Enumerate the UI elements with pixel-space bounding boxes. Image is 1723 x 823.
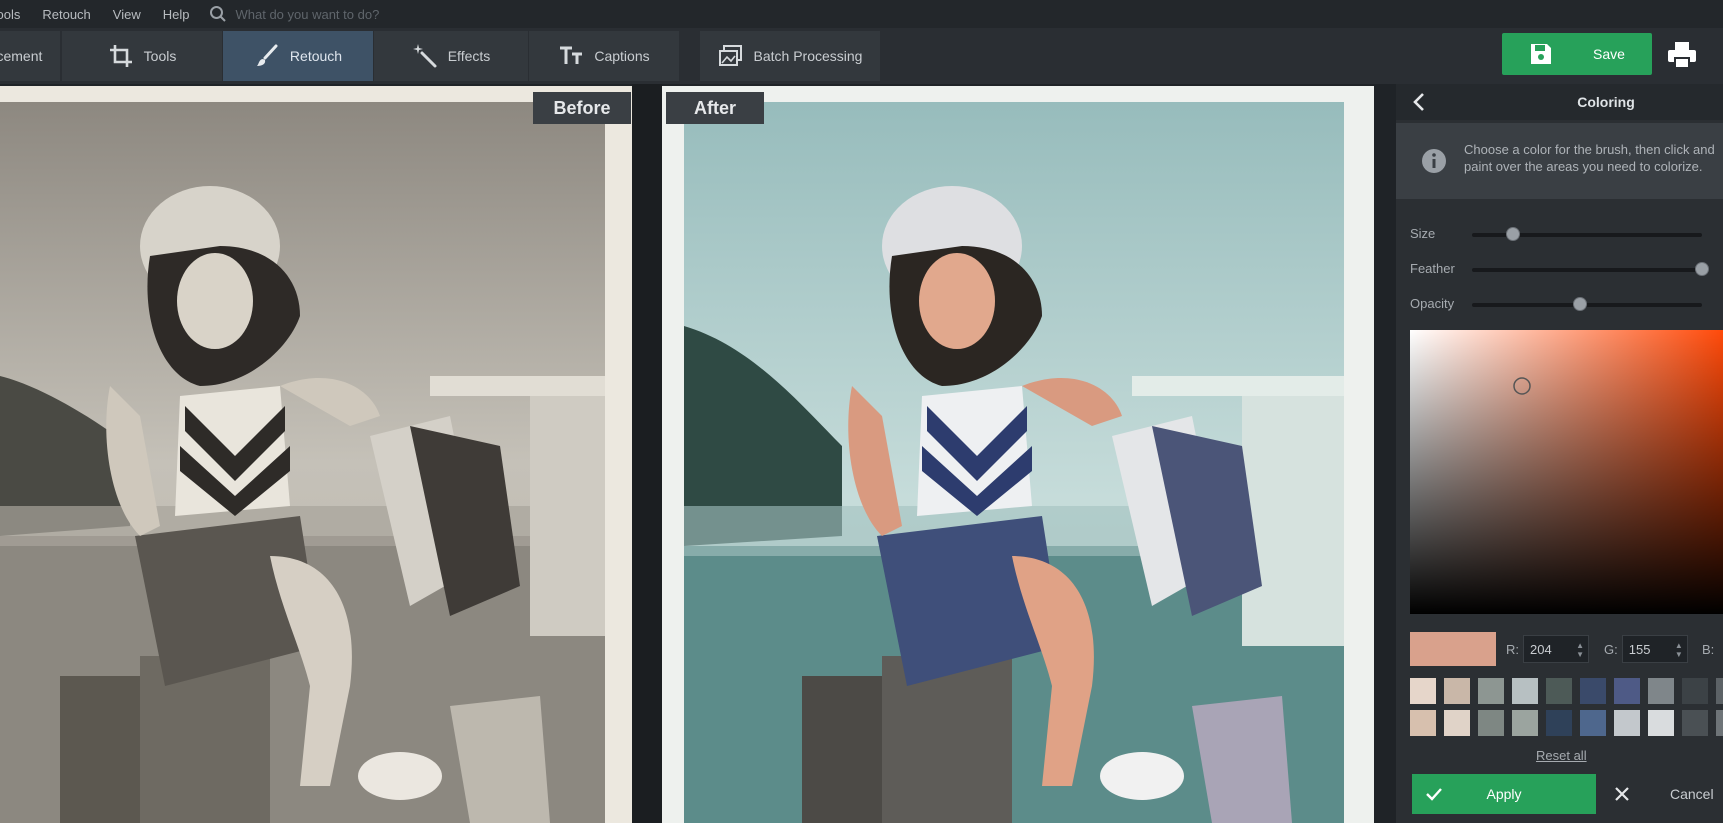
search-box[interactable] [209,5,478,23]
feather-slider-track[interactable] [1472,262,1709,276]
tab-batch-processing[interactable]: Batch Processing [700,31,880,81]
apply-button[interactable]: Apply [1412,774,1596,814]
red-field[interactable]: R: 204 ▲ ▼ [1506,634,1589,664]
save-button-label: Save [1593,46,1625,62]
feather-slider-thumb[interactable] [1695,262,1709,276]
blue-label: B: [1702,641,1715,657]
red-value: 204 [1530,641,1552,657]
main-toolbar: Enhancement Tools Retouch Effects Captio… [0,28,1723,84]
print-button[interactable] [1662,38,1702,72]
current-color-swatch [1410,632,1496,666]
after-label: After [666,92,764,124]
color-picker[interactable] [1410,330,1723,614]
info-line-1: Choose a color for the brush, then click… [1464,142,1715,157]
search-icon [210,6,227,22]
palette-swatch[interactable] [1410,678,1436,704]
batch-icon [718,45,742,66]
printer-icon [1668,42,1696,69]
magic-wand-icon [412,44,437,68]
menu-bar: Tools Retouch View Help [0,0,1723,28]
tab-effects[interactable]: Effects [374,31,528,81]
cancel-button-label: Cancel [1670,786,1714,802]
red-input[interactable]: 204 ▲ ▼ [1523,635,1589,663]
tab-retouch-label: Retouch [289,48,343,64]
opacity-slider-thumb[interactable] [1573,297,1588,311]
size-slider-label: Size [1410,226,1436,241]
size-slider-track[interactable] [1472,227,1702,241]
tab-captions[interactable]: Captions [529,31,679,81]
panel-title: Coloring [1577,94,1635,110]
palette-swatch[interactable] [1716,710,1723,736]
brush-icon [256,44,278,66]
after-photo-image [662,86,1374,823]
size-slider-thumb[interactable] [1506,227,1521,241]
menu-help[interactable]: Help [163,7,190,22]
palette-swatch[interactable] [1410,710,1436,736]
after-photo[interactable] [662,86,1374,823]
palette-swatch[interactable] [1580,678,1606,704]
palette-swatch[interactable] [1614,710,1640,736]
palette-swatch[interactable] [1478,678,1504,704]
feather-slider-label: Feather [1410,261,1455,276]
opacity-slider-track[interactable] [1472,297,1702,311]
tab-captions-label: Captions [594,48,650,64]
red-label: R: [1506,641,1519,657]
close-icon [1615,787,1629,801]
crop-icon [109,45,132,67]
search-input[interactable] [233,5,478,23]
info-text: Choose a color for the brush, then click… [1464,141,1723,175]
palette-swatch[interactable] [1614,678,1640,704]
before-photo[interactable] [0,86,632,823]
palette-swatch[interactable] [1512,710,1538,736]
reset-all-link[interactable]: Reset all [1536,748,1587,763]
green-field[interactable]: G: 155 ▲ ▼ [1604,634,1688,664]
feather-slider[interactable]: Feather [1410,259,1723,279]
tab-tools[interactable]: Tools [62,31,222,81]
save-button[interactable]: Save [1502,33,1652,75]
coloring-panel: Coloring Choose a color for the brush, t… [1396,84,1723,823]
palette-swatch[interactable] [1682,678,1708,704]
tab-enhancement[interactable]: Enhancement [0,31,60,81]
apply-button-label: Apply [1486,786,1522,802]
floppy-disk-icon [1531,44,1552,64]
cancel-button[interactable]: Cancel [1596,774,1723,814]
text-icon [560,46,583,64]
blue-field[interactable]: B: [1702,634,1714,664]
palette-swatch[interactable] [1546,710,1572,736]
palette-swatch[interactable] [1546,678,1572,704]
tab-tools-label: Tools [143,48,177,64]
info-line-2: paint over the areas you need to coloriz… [1464,159,1703,174]
green-value: 155 [1628,641,1651,657]
opacity-slider[interactable]: Opacity [1410,294,1723,314]
green-spinner-icon[interactable]: ▲ ▼ [1675,641,1683,659]
green-input[interactable]: 155 ▲ ▼ [1621,635,1688,663]
before-label: Before [533,92,631,124]
panel-header: Coloring [1396,84,1723,120]
palette-swatch[interactable] [1478,710,1504,736]
info-box: Choose a color for the brush, then click… [1396,123,1723,199]
tab-enhancement-label: Enhancement [0,48,43,64]
size-slider[interactable]: Size [1410,224,1723,244]
menu-tools[interactable]: Tools [0,7,20,22]
compare-divider[interactable] [632,84,662,823]
palette-swatch[interactable] [1512,678,1538,704]
tab-effects-label: Effects [447,48,491,64]
palette-swatch[interactable] [1716,678,1723,704]
palette-swatch[interactable] [1648,678,1674,704]
palette-swatch[interactable] [1444,710,1470,736]
red-spinner-icon[interactable]: ▲ ▼ [1576,641,1584,659]
menu-retouch[interactable]: Retouch [42,7,90,22]
info-icon [1422,149,1446,173]
green-label: G: [1604,641,1618,657]
palette-swatch[interactable] [1648,710,1674,736]
before-photo-image [0,86,632,823]
color-picker-gradient[interactable] [1410,330,1723,614]
menu-view[interactable]: View [113,7,141,22]
tab-batch-processing-label: Batch Processing [753,48,863,64]
palette-swatch[interactable] [1444,678,1470,704]
tab-retouch[interactable]: Retouch [223,31,373,81]
palette-swatch[interactable] [1580,710,1606,736]
opacity-slider-label: Opacity [1410,296,1455,311]
palette-swatch[interactable] [1682,710,1708,736]
